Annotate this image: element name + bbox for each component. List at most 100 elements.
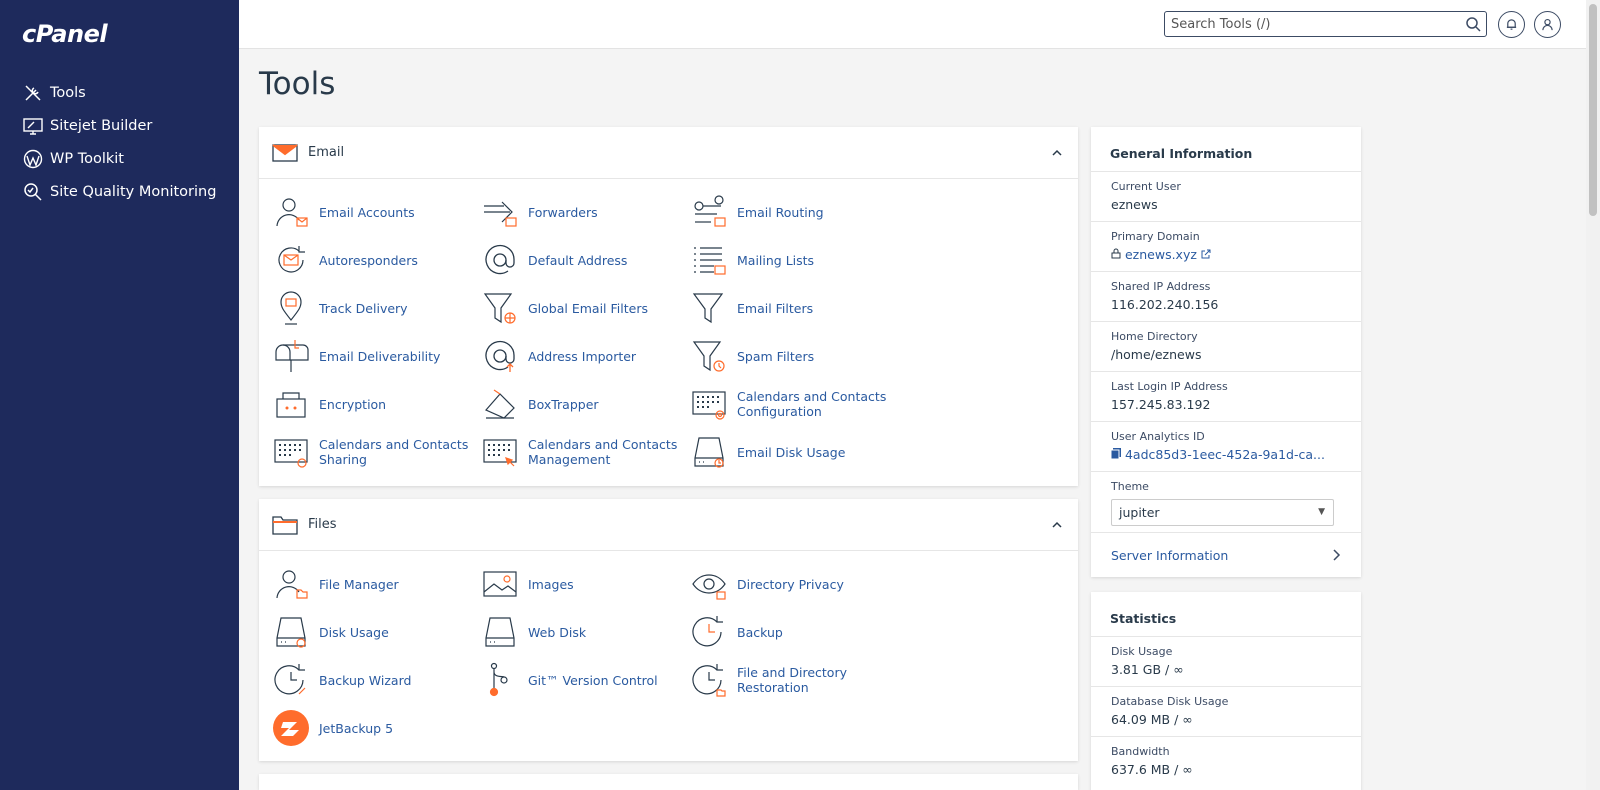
calendar-config-icon [690, 385, 728, 423]
tool-email-accounts[interactable]: Email Accounts [272, 192, 472, 232]
tool-label: Calendars and Contacts Configuration [737, 389, 887, 419]
caret-down-icon: ▼ [1318, 507, 1325, 517]
copy-icon[interactable] [1110, 448, 1121, 460]
database-disk-usage-label: Database Disk Usage [1111, 695, 1229, 708]
tool-label: File Manager [319, 576, 399, 592]
envelope-icon [272, 141, 300, 165]
disk-usage-row: Disk Usage 3.81 GB / ∞ [1091, 636, 1361, 686]
search-box [1164, 11, 1487, 37]
tool-calendars-sharing[interactable]: Calendars and Contacts Sharing [272, 432, 472, 472]
disk-usage-label: Disk Usage [1111, 645, 1173, 658]
files-panel-header[interactable]: Files [259, 499, 1078, 551]
analytics-id-value[interactable]: 4adc85d3-1eec-452a-9a1d-ca... [1125, 447, 1325, 462]
tool-backup[interactable]: Backup [690, 612, 890, 652]
tool-email-routing[interactable]: Email Routing [690, 192, 890, 232]
current-user-row: Current User eznews [1091, 171, 1361, 221]
shared-ip-label: Shared IP Address [1111, 280, 1211, 293]
email-panel-header[interactable]: Email [259, 127, 1078, 179]
sidebar-item-label: WP Toolkit [50, 150, 124, 167]
tool-calendars-configuration[interactable]: Calendars and Contacts Configuration [690, 384, 890, 424]
tool-global-email-filters[interactable]: Global Email Filters [481, 288, 681, 328]
statistics-panel: Statistics Disk Usage 3.81 GB / ∞ Databa… [1091, 592, 1361, 790]
last-login-value: 157.245.83.192 [1111, 397, 1211, 412]
search-input[interactable] [1165, 12, 1455, 36]
tool-default-address[interactable]: Default Address [481, 240, 681, 280]
tool-web-disk[interactable]: Web Disk [481, 612, 681, 652]
sidebar-item-wp-toolkit[interactable]: WP Toolkit [0, 142, 239, 175]
tool-jetbackup[interactable]: JetBackup 5 [272, 708, 472, 748]
tool-mailing-lists[interactable]: Mailing Lists [690, 240, 890, 280]
general-information-title: General Information [1110, 146, 1253, 161]
page-scrollbar[interactable] [1586, 0, 1600, 790]
tool-email-filters[interactable]: Email Filters [690, 288, 890, 328]
tool-directory-privacy[interactable]: Directory Privacy [690, 564, 890, 604]
tool-git-version-control[interactable]: Git™ Version Control [481, 660, 681, 700]
tool-label: File and Directory Restoration [737, 665, 847, 695]
sidebar-item-sitejet[interactable]: Sitejet Builder [0, 109, 239, 142]
mailing-lists-icon [690, 241, 728, 279]
tool-label: JetBackup 5 [319, 720, 394, 736]
backup-icon [690, 613, 728, 651]
chevron-right-icon [1333, 549, 1341, 561]
tool-boxtrapper[interactable]: BoxTrapper [481, 384, 681, 424]
file-manager-icon [272, 565, 310, 603]
tool-label: Address Importer [528, 348, 637, 364]
chevron-up-icon[interactable] [1050, 146, 1064, 160]
theme-row: Theme jupiter ▼ [1091, 471, 1361, 532]
tool-email-disk-usage[interactable]: Email Disk Usage [690, 432, 890, 472]
external-link-icon[interactable] [1201, 249, 1211, 259]
primary-domain-row: Primary Domain eznews.xyz [1091, 221, 1361, 271]
search-icon[interactable] [1464, 15, 1482, 33]
tool-label: Calendars and Contacts Management [528, 437, 678, 467]
tool-backup-wizard[interactable]: Backup Wizard [272, 660, 472, 700]
notifications-button[interactable] [1498, 11, 1525, 38]
tool-address-importer[interactable]: Address Importer [481, 336, 681, 376]
chevron-up-icon[interactable] [1050, 518, 1064, 532]
tool-label: Email Accounts [319, 204, 415, 220]
user-menu-button[interactable] [1534, 11, 1561, 38]
tool-label: Email Routing [737, 204, 824, 220]
address-importer-icon [481, 337, 519, 375]
tool-calendars-management[interactable]: Calendars and Contacts Management [481, 432, 681, 472]
tool-email-deliverability[interactable]: Email Deliverability [272, 336, 472, 376]
database-disk-usage-row: Database Disk Usage 64.09 MB / ∞ [1091, 686, 1361, 736]
tool-label: Encryption [319, 396, 387, 412]
wordpress-icon [22, 148, 44, 170]
tool-track-delivery[interactable]: Track Delivery [272, 288, 472, 328]
sidebar-item-site-quality[interactable]: Site Quality Monitoring [0, 175, 239, 208]
tool-label: Default Address [528, 252, 628, 268]
tool-autoresponders[interactable]: Autoresponders [272, 240, 472, 280]
spam-filter-icon [690, 337, 728, 375]
scrollbar-thumb[interactable] [1589, 4, 1597, 216]
sidebar-item-tools[interactable]: Tools [0, 76, 239, 109]
tool-label: Calendars and Contacts Sharing [319, 437, 469, 467]
last-login-row: Last Login IP Address 157.245.83.192 [1091, 371, 1361, 421]
tool-images[interactable]: Images [481, 564, 681, 604]
tool-spam-filters[interactable]: Spam Filters [690, 336, 890, 376]
home-directory-label: Home Directory [1111, 330, 1198, 343]
mailbox-icon [272, 337, 310, 375]
lock-icon [1111, 248, 1121, 259]
home-directory-value: /home/eznews [1111, 347, 1202, 362]
sidebar-item-label: Sitejet Builder [50, 117, 153, 134]
current-user-value: eznews [1111, 197, 1158, 212]
bandwidth-value: 637.6 MB / ∞ [1111, 762, 1193, 777]
tool-file-directory-restoration[interactable]: File and Directory Restoration [690, 660, 890, 700]
tool-disk-usage[interactable]: Disk Usage [272, 612, 472, 652]
disk-usage-icon [272, 613, 310, 651]
server-information-link[interactable]: Server Information [1111, 548, 1228, 563]
calendar-management-icon [481, 433, 519, 471]
tool-label: Mailing Lists [737, 252, 815, 268]
backup-wizard-icon [272, 661, 310, 699]
tool-label: Email Deliverability [319, 348, 441, 364]
tool-forwarders[interactable]: Forwarders [481, 192, 681, 232]
cpanel-logo[interactable]: cPanel [22, 20, 108, 48]
theme-select[interactable]: jupiter ▼ [1111, 499, 1334, 526]
sitejet-icon [22, 115, 44, 137]
current-user-label: Current User [1111, 180, 1181, 193]
tool-file-manager[interactable]: File Manager [272, 564, 472, 604]
theme-label: Theme [1111, 480, 1149, 493]
primary-domain-link[interactable]: eznews.xyz [1125, 247, 1197, 262]
tool-encryption[interactable]: Encryption [272, 384, 472, 424]
server-information-row[interactable]: Server Information [1091, 532, 1361, 577]
